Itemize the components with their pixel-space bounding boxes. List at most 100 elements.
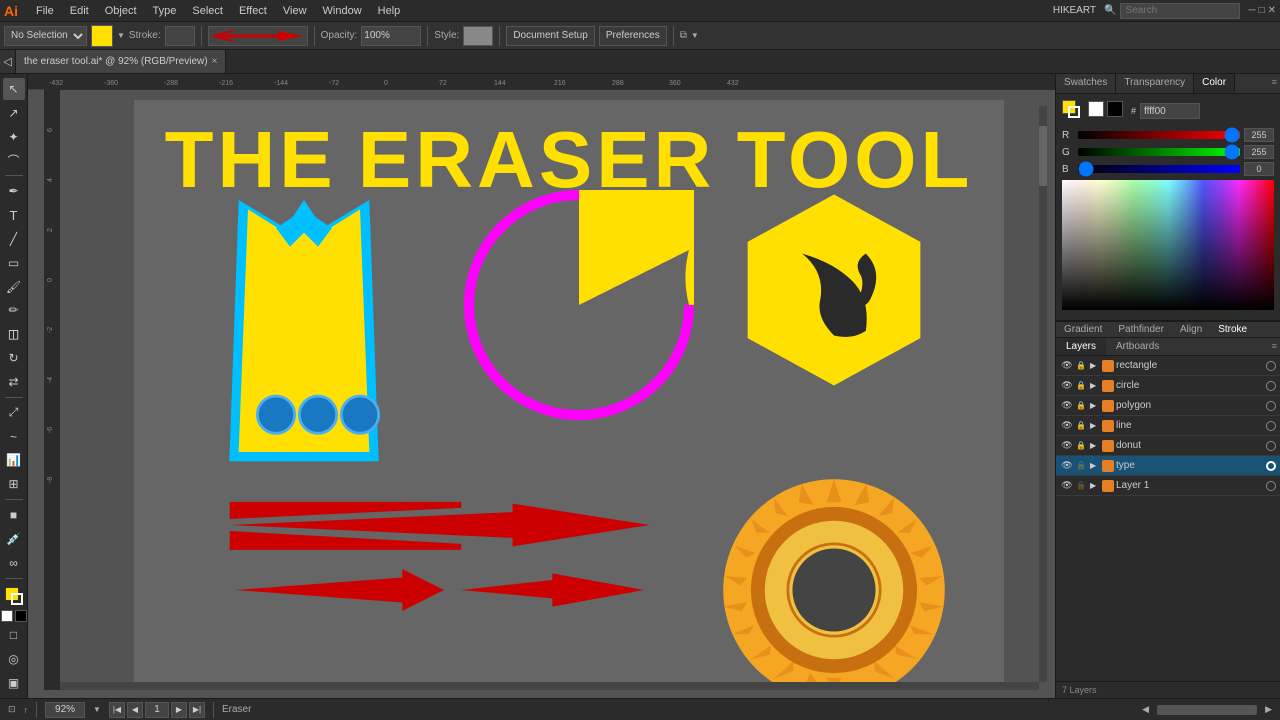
- stroke-swatch[interactable]: [165, 26, 195, 46]
- draw-mode-btn[interactable]: ◎: [3, 648, 25, 670]
- last-page-btn[interactable]: ▶|: [189, 702, 205, 718]
- gradient-tool[interactable]: ■: [3, 504, 25, 526]
- pencil-tool[interactable]: ✏: [3, 299, 25, 321]
- layer-item-type[interactable]: 👁 🔒 ▶ type: [1056, 456, 1280, 476]
- panel-menu-icon[interactable]: ≡: [1269, 74, 1280, 93]
- layers-tab-btn[interactable]: Layers: [1056, 338, 1106, 355]
- visibility-icon-rectangle[interactable]: 👁: [1060, 359, 1074, 373]
- expand-icon-circle[interactable]: ▶: [1090, 381, 1100, 390]
- lock-icon-rectangle[interactable]: 🔒: [1076, 361, 1088, 370]
- scale-tool[interactable]: ⤢: [3, 402, 25, 424]
- stroke-tab-active[interactable]: Stroke: [1210, 322, 1255, 337]
- stroke-indicator[interactable]: [11, 593, 23, 605]
- fill-color-swatch[interactable]: [91, 25, 113, 47]
- scrollbar-thumb-v[interactable]: [1039, 126, 1047, 186]
- layers-panel-menu[interactable]: ≡: [1269, 338, 1280, 355]
- fill-arrow[interactable]: ▼: [117, 31, 125, 40]
- style-swatch[interactable]: [463, 26, 493, 46]
- lock-icon-type[interactable]: 🔒: [1076, 461, 1088, 470]
- vertical-scrollbar[interactable]: [1039, 106, 1047, 682]
- visibility-icon-type[interactable]: 👁: [1060, 459, 1074, 473]
- expand-icon-donut[interactable]: ▶: [1090, 441, 1100, 450]
- document-setup-button[interactable]: Document Setup: [506, 26, 595, 46]
- target-icon-donut[interactable]: [1266, 441, 1276, 451]
- tab-close-button[interactable]: ×: [212, 56, 218, 67]
- select-tool[interactable]: ↖: [3, 78, 25, 100]
- line-tool[interactable]: ╱: [3, 228, 25, 250]
- first-page-btn[interactable]: |◀: [109, 702, 125, 718]
- layer-item-line[interactable]: 👁 🔒 ▶ line: [1056, 416, 1280, 436]
- arrow-style-preview[interactable]: [208, 26, 308, 46]
- direct-select-tool[interactable]: ↗: [3, 102, 25, 124]
- target-icon-line[interactable]: [1266, 421, 1276, 431]
- artboards-tab-btn[interactable]: Artboards: [1106, 338, 1169, 355]
- menu-edit[interactable]: Edit: [62, 3, 97, 19]
- search-input[interactable]: [1120, 3, 1240, 19]
- menu-object[interactable]: Object: [97, 3, 145, 19]
- gradient-tab[interactable]: Gradient: [1056, 322, 1110, 337]
- mesh-tool[interactable]: ⊞: [3, 473, 25, 495]
- arrange-icon[interactable]: ⧉: [680, 30, 687, 41]
- stroke-color-mini[interactable]: [1068, 106, 1080, 118]
- layer-item-circle[interactable]: 👁 🔒 ▶ circle: [1056, 376, 1280, 396]
- type-tool[interactable]: T: [3, 204, 25, 226]
- g-slider[interactable]: [1078, 148, 1240, 156]
- b-slider[interactable]: [1078, 165, 1240, 173]
- search-icon[interactable]: 🔍: [1104, 5, 1116, 16]
- share-icon[interactable]: ↑: [24, 705, 29, 715]
- g-input[interactable]: 255: [1244, 145, 1274, 159]
- layer-item-layer1[interactable]: 👁 🔒 ▶ Layer 1: [1056, 476, 1280, 496]
- zoom-arrow[interactable]: ▼: [93, 705, 101, 714]
- menu-effect[interactable]: Effect: [231, 3, 275, 19]
- magic-wand-tool[interactable]: ✦: [3, 126, 25, 148]
- scrollbar-bottom[interactable]: [1157, 705, 1257, 715]
- horizontal-scrollbar[interactable]: [60, 682, 1039, 690]
- rotate-tool[interactable]: ↻: [3, 347, 25, 369]
- layer-item-donut[interactable]: 👁 🔒 ▶ donut: [1056, 436, 1280, 456]
- r-input[interactable]: 255: [1244, 128, 1274, 142]
- white-swatch[interactable]: [1, 610, 13, 622]
- expand-icon-layer1[interactable]: ▶: [1090, 481, 1100, 490]
- normal-mode-btn[interactable]: □: [3, 624, 25, 646]
- black-color-swatch[interactable]: [1107, 101, 1123, 117]
- canvas-area[interactable]: 6 4 2 0 -2 -4 -6 -8 THE ERASER TOOL: [44, 90, 1047, 690]
- page-input[interactable]: [145, 702, 169, 718]
- lock-icon-donut[interactable]: 🔒: [1076, 441, 1088, 450]
- expand-icon-line[interactable]: ▶: [1090, 421, 1100, 430]
- eyedropper-tool[interactable]: 💉: [3, 528, 25, 550]
- color-spectrum[interactable]: [1062, 180, 1274, 310]
- target-icon-rectangle[interactable]: [1266, 361, 1276, 371]
- menu-window[interactable]: Window: [315, 3, 370, 19]
- prev-page-btn[interactable]: ◀: [127, 702, 143, 718]
- tab-color[interactable]: Color: [1194, 74, 1235, 93]
- graph-tool[interactable]: 📊: [3, 449, 25, 471]
- black-swatch[interactable]: [15, 610, 27, 622]
- target-icon-circle[interactable]: [1266, 381, 1276, 391]
- lasso-tool[interactable]: ⌒: [3, 149, 25, 171]
- menu-view[interactable]: View: [275, 3, 315, 19]
- paintbrush-tool[interactable]: 🖌: [3, 276, 25, 298]
- status-arrow-right[interactable]: ▶: [1265, 704, 1272, 715]
- eraser-tool[interactable]: ◫: [3, 323, 25, 345]
- menu-file[interactable]: File: [28, 3, 62, 19]
- menu-type[interactable]: Type: [145, 3, 185, 19]
- b-input[interactable]: 0: [1244, 162, 1274, 176]
- align-tab[interactable]: Align: [1172, 322, 1210, 337]
- target-icon-layer1[interactable]: [1266, 481, 1276, 491]
- panel-toggle-left[interactable]: ◁: [0, 50, 16, 73]
- minimize-btn[interactable]: ─: [1248, 5, 1255, 16]
- white-color-swatch[interactable]: [1088, 101, 1104, 117]
- visibility-icon-line[interactable]: 👁: [1060, 419, 1074, 433]
- expand-icon-polygon[interactable]: ▶: [1090, 401, 1100, 410]
- tab-swatches[interactable]: Swatches: [1056, 74, 1116, 93]
- layer-item-polygon[interactable]: 👁 🔒 ▶ polygon: [1056, 396, 1280, 416]
- blend-tool[interactable]: ∞: [3, 552, 25, 574]
- warp-tool[interactable]: ~: [3, 426, 25, 448]
- lock-icon-polygon[interactable]: 🔒: [1076, 401, 1088, 410]
- zoom-level-input[interactable]: [45, 702, 85, 718]
- visibility-icon-circle[interactable]: 👁: [1060, 379, 1074, 393]
- menu-select[interactable]: Select: [184, 3, 231, 19]
- rect-tool[interactable]: ▭: [3, 252, 25, 274]
- layer-item-rectangle[interactable]: 👁 🔒 ▶ rectangle: [1056, 356, 1280, 376]
- target-icon-type[interactable]: [1266, 461, 1276, 471]
